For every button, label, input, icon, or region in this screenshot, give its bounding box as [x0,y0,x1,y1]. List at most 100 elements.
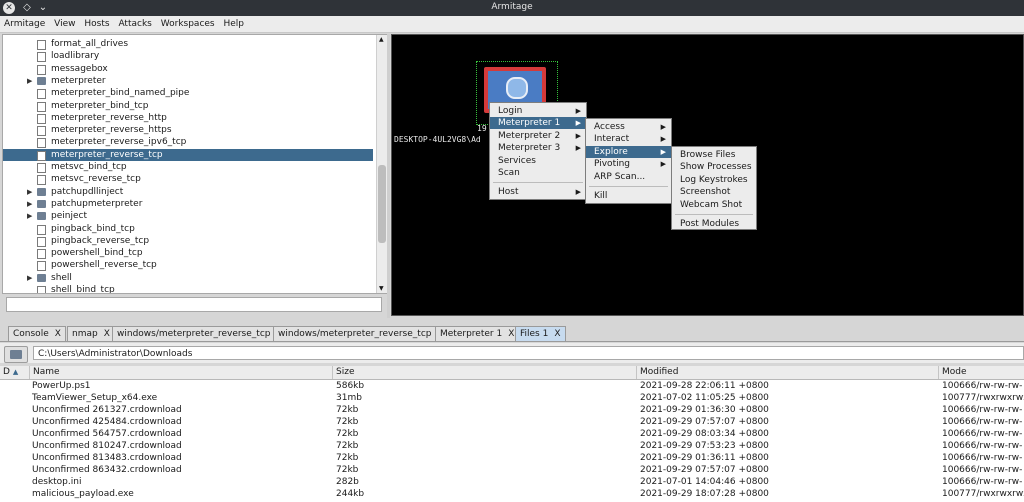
tab-item[interactable]: Console X [8,326,66,341]
tree-item[interactable]: meterpreter_reverse_ipv6_tcp [3,136,373,149]
table-row[interactable]: TeamViewer_Setup_x64.exe 31mb 2021-07-02 1… [0,392,1024,404]
tree-item[interactable]: metsvc_bind_tcp [3,161,373,173]
tab-close-icon[interactable]: X [508,329,514,339]
scroll-down-icon[interactable]: ▼ [379,285,384,292]
table-row[interactable]: Unconfirmed 425484.crdownload 72kb 2021-09… [0,416,1024,428]
menu-item[interactable]: Services [490,155,586,167]
tree-scrollbar[interactable]: ▲ ▼ [376,35,387,293]
menu-item[interactable]: Meterpreter 1 ▶ [490,117,586,130]
expand-arrow-icon[interactable]: ▶ [27,198,32,210]
table-cell: 2021-09-28 22:06:11 +0800 [640,381,769,391]
tab-close-icon[interactable]: X [554,329,560,339]
file-icon [37,261,46,272]
menu-item[interactable]: Browse Files [672,149,756,161]
tree-item[interactable]: format_all_drives [3,38,373,50]
column-header-d[interactable]: D ▲ [0,366,30,379]
column-header-mode[interactable]: Mode [939,366,1024,379]
pane-splitter[interactable] [387,34,390,318]
tree-item[interactable]: meterpreter_reverse_https [3,124,373,137]
menu-item[interactable]: ARP Scan... [586,171,671,183]
column-header-size[interactable]: Size [333,366,637,379]
menu-item-label: Login [498,106,523,116]
column-header-name[interactable]: Name [30,366,333,379]
menu-attacks[interactable]: Attacks [116,16,153,32]
menu-item[interactable]: Login ▶ [490,105,586,117]
menu-item[interactable]: Log Keystrokes [672,174,756,186]
expand-arrow-icon[interactable]: ▶ [27,186,32,198]
tree-item[interactable]: pingback_reverse_tcp [3,235,373,247]
menu-separator [675,214,753,215]
tree-item[interactable]: meterpreter_reverse_tcp [3,148,373,161]
table-cell: 100777/rwxrwxrwx [942,489,1024,499]
file-icon [37,138,46,149]
tree-item[interactable]: messagebox [3,63,373,75]
tree-item[interactable]: meterpreter_bind_named_pipe [3,87,373,100]
table-row[interactable]: malicious_payload.exe 244kb 2021-09-29 18:… [0,488,1024,500]
table-cell: 31mb [336,393,362,403]
tree-item[interactable]: powershell_reverse_tcp [3,259,373,272]
menu-item[interactable]: Show Processes [672,161,756,173]
tree-item[interactable]: pingback_bind_tcp [3,223,373,235]
menu-item[interactable]: Access ▶ [586,121,671,133]
expand-arrow-icon[interactable]: ▶ [27,272,32,284]
menu-item[interactable]: Explore ▶ [586,145,671,158]
menu-item[interactable]: Scan [490,167,586,179]
tab-item[interactable]: Files 1 X [515,326,566,341]
submenu-arrow-icon: ▶ [575,144,581,153]
file-icon [37,249,46,260]
menu-item-label: Services [498,155,536,166]
tab-item[interactable]: windows/meterpreter_reverse_tcpX [273,326,449,341]
expand-arrow-icon[interactable]: ▶ [27,75,32,87]
tree-item[interactable]: ▶ meterpreter [3,75,373,87]
menu-armitage[interactable]: Armitage [2,16,47,32]
table-cell: 72kb [336,441,359,451]
tab-item[interactable]: windows/meterpreter_reverse_tcpX [112,326,288,341]
table-row[interactable]: Unconfirmed 810247.crdownload 72kb 2021-09… [0,440,1024,452]
table-row[interactable]: desktop.ini 282b 2021-07-01 14:04:46 +0800… [0,476,1024,488]
tree-item[interactable]: powershell_bind_tcp [3,247,373,260]
tree-item[interactable]: shell_bind_tcp [3,284,373,293]
expand-arrow-icon[interactable]: ▶ [27,210,32,222]
tree-item[interactable]: ▶ peinject [3,210,373,222]
menu-item[interactable]: Webcam Shot [672,199,756,211]
tree-item-label: meterpreter_reverse_http [51,112,167,123]
table-row[interactable]: Unconfirmed 863432.crdownload 72kb 2021-09… [0,464,1024,476]
table-row[interactable]: Unconfirmed 261327.crdownload 72kb 2021-09… [0,404,1024,416]
menu-item[interactable]: Meterpreter 2 ▶ [490,130,586,142]
tree-item-label: messagebox [51,63,108,74]
tab-item[interactable]: nmap X [67,326,115,341]
parent-folder-button[interactable] [4,346,28,363]
tree-item[interactable]: ▶ patchupmeterpreter [3,198,373,210]
tree-item[interactable]: meterpreter_bind_tcp [3,100,373,112]
tree-item[interactable]: loadlibrary [3,50,373,63]
tree-item[interactable]: ▶ shell [3,272,373,284]
scroll-up-icon[interactable]: ▲ [379,36,384,43]
menu-item[interactable]: Pivoting ▶ [586,158,671,170]
scrollbar-thumb[interactable] [378,165,386,243]
menu-view[interactable]: View [52,16,77,32]
table-row[interactable]: Unconfirmed 564757.crdownload 72kb 2021-09… [0,428,1024,440]
menubar: Armitage View Hosts Attacks Workspaces H… [0,16,1024,33]
tab-item[interactable]: Meterpreter 1 X [435,326,520,341]
tab-close-icon[interactable]: X [55,329,61,339]
path-field[interactable]: C:\Users\Administrator\Downloads [33,346,1024,360]
module-search-input[interactable] [6,297,382,312]
menu-item[interactable]: Post Modules [672,218,756,230]
tab-close-icon[interactable]: X [104,329,110,339]
menu-item[interactable]: Meterpreter 3 ▶ [490,142,586,154]
menu-help[interactable]: Help [222,16,247,32]
tree-item[interactable]: ▶ patchupdllinject [3,186,373,198]
tree-item-label: meterpreter_reverse_tcp [51,149,163,160]
menu-item[interactable]: Interact ▶ [586,133,671,145]
menu-item[interactable]: Screenshot [672,186,756,198]
menu-hosts[interactable]: Hosts [82,16,111,32]
menu-item[interactable]: Kill [586,190,671,202]
menu-item[interactable]: Host ▶ [490,186,586,198]
table-row[interactable]: Unconfirmed 813483.crdownload 72kb 2021-09… [0,452,1024,464]
tree-item[interactable]: metsvc_reverse_tcp [3,173,373,186]
table-cell: PowerUp.ps1 [32,381,91,391]
column-header-modified[interactable]: Modified [637,366,939,379]
tree-item[interactable]: meterpreter_reverse_http [3,112,373,124]
menu-workspaces[interactable]: Workspaces [159,16,217,32]
table-row[interactable]: PowerUp.ps1 586kb 2021-09-28 22:06:11 +080… [0,380,1024,392]
